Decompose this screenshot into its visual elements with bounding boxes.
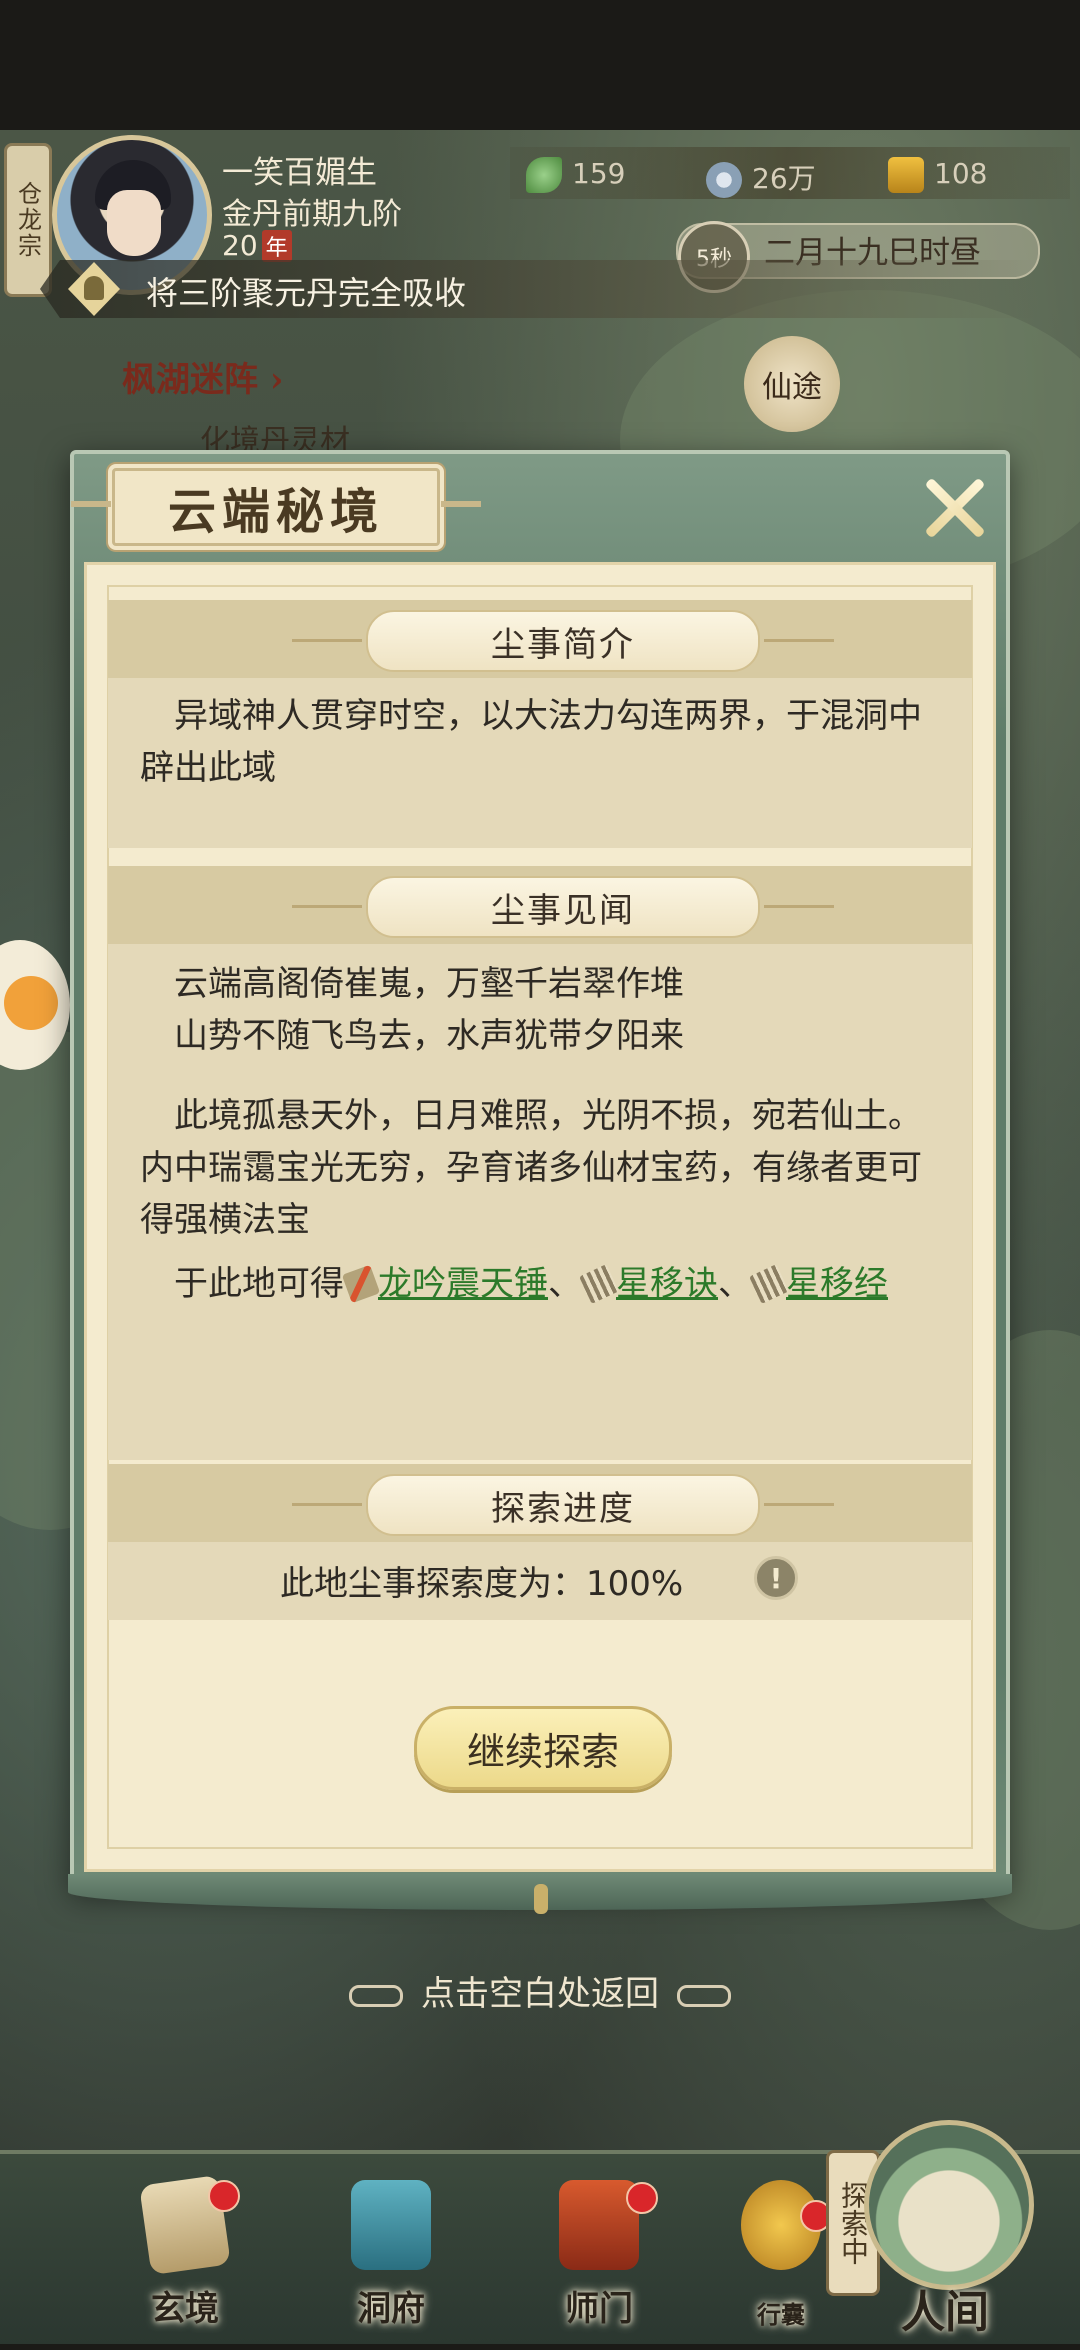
notification-dot (626, 2182, 658, 2214)
player-name: 一笑百媚生 (222, 155, 377, 191)
gold-icon (888, 157, 924, 193)
player-age-value: 20 (222, 229, 258, 262)
top-hud: 仓龙宗 一笑百媚生 金丹前期九阶 20 年 159 26万 108 5秒 二月十九… (0, 135, 1080, 297)
poem-line-1: 云端高阁倚崔嵬，万壑千岩翠作堆 (174, 964, 684, 1004)
scroll-icon (579, 1264, 619, 1304)
nav-item-dongfu[interactable]: 洞府 (326, 2170, 456, 2340)
frame-pin (534, 1884, 548, 1914)
xian-path-badge[interactable]: 仙途 (744, 336, 840, 432)
map-location-label[interactable]: 枫湖迷阵 › (122, 352, 283, 401)
progress-text: 此地尘事探索度为：100% (280, 1564, 684, 1604)
resource-gold[interactable]: 108 (888, 157, 987, 193)
back-hint[interactable]: 点击空白处返回 (0, 1966, 1080, 2015)
jade-icon (526, 157, 562, 193)
back-hint-text: 点击空白处返回 (421, 1974, 659, 2014)
reward-link-xingyi-jue[interactable]: 星移诀 (616, 1264, 718, 1304)
nav-label-xuanjing: 玄境 (151, 2289, 219, 2329)
lore-header: 尘事见闻 (108, 866, 972, 944)
nav-label-renjian: 人间 (901, 2287, 989, 2338)
reward-link-xingyi-jing[interactable]: 星移经 (786, 1264, 888, 1304)
intro-title: 尘事简介 (491, 624, 635, 665)
swirl-ornament (677, 1984, 731, 2007)
rewards-line: 于此地可得 龙吟震天锤、 星移诀、 星移经 (140, 1258, 940, 1310)
intro-header: 尘事简介 (108, 600, 972, 678)
reward-separator: 、 (548, 1264, 582, 1304)
resource-gold-value: 108 (934, 157, 988, 190)
progress-header: 探索进度 (108, 1464, 972, 1542)
progress-title: 探索进度 (491, 1488, 635, 1529)
resource-bar: 159 26万 108 (510, 147, 1070, 199)
modal-title-plate: 云端秘境 (71, 468, 481, 546)
info-icon[interactable]: ! (754, 1556, 798, 1600)
pavilion-icon (351, 2180, 431, 2270)
age-unit-badge: 年 (261, 230, 292, 262)
nav-item-renjian[interactable]: 人间 (880, 2180, 1010, 2350)
player-rank: 金丹前期九阶 (222, 197, 402, 232)
resource-jade-value: 159 (572, 157, 626, 190)
lore-text: 此境孤悬天外，日月难照，光阴不损，宛若仙土。内中瑞霭宝光无穷，孕育诸多仙材宝药，… (140, 1096, 922, 1240)
nav-item-xuanjing[interactable]: 玄境 (120, 2170, 250, 2340)
scroll-icon (749, 1264, 789, 1304)
nav-label-xingnang: 行囊 (757, 2300, 805, 2329)
notification-dot (208, 2180, 240, 2212)
resource-jade[interactable]: 159 (526, 157, 625, 193)
resource-coin[interactable]: 26万 (706, 157, 816, 198)
nav-label-dongfu: 洞府 (357, 2289, 425, 2329)
sect-tag[interactable]: 仓龙宗 (4, 143, 52, 297)
poem-line-2: 山势不随飞鸟去，水声犹带夕阳来 (174, 1016, 684, 1056)
swirl-ornament (349, 1984, 403, 2007)
lore-title: 尘事见闻 (491, 890, 635, 931)
hammer-icon (341, 1264, 381, 1304)
reward-link-hammer[interactable]: 龙吟震天锤 (378, 1264, 548, 1304)
coin-icon (706, 162, 742, 198)
nav-item-shimen[interactable]: 师门 (534, 2170, 664, 2340)
player-age: 20 年 (222, 229, 292, 262)
notice-text: 将三阶聚元丹完全吸收 (146, 274, 467, 312)
close-icon[interactable] (922, 474, 988, 540)
rewards-prefix: 于此地可得 (174, 1264, 344, 1304)
modal-title: 云端秘境 (167, 484, 384, 540)
intro-text: 异域神人贯穿时空，以大法力勾连两界，于混洞中辟出此域 (140, 696, 922, 788)
continue-explore-button[interactable]: 继续探索 (414, 1706, 672, 1790)
reward-separator: 、 (718, 1264, 752, 1304)
nav-label-shimen: 师门 (565, 2289, 633, 2329)
resource-coin-value: 26万 (752, 162, 816, 195)
